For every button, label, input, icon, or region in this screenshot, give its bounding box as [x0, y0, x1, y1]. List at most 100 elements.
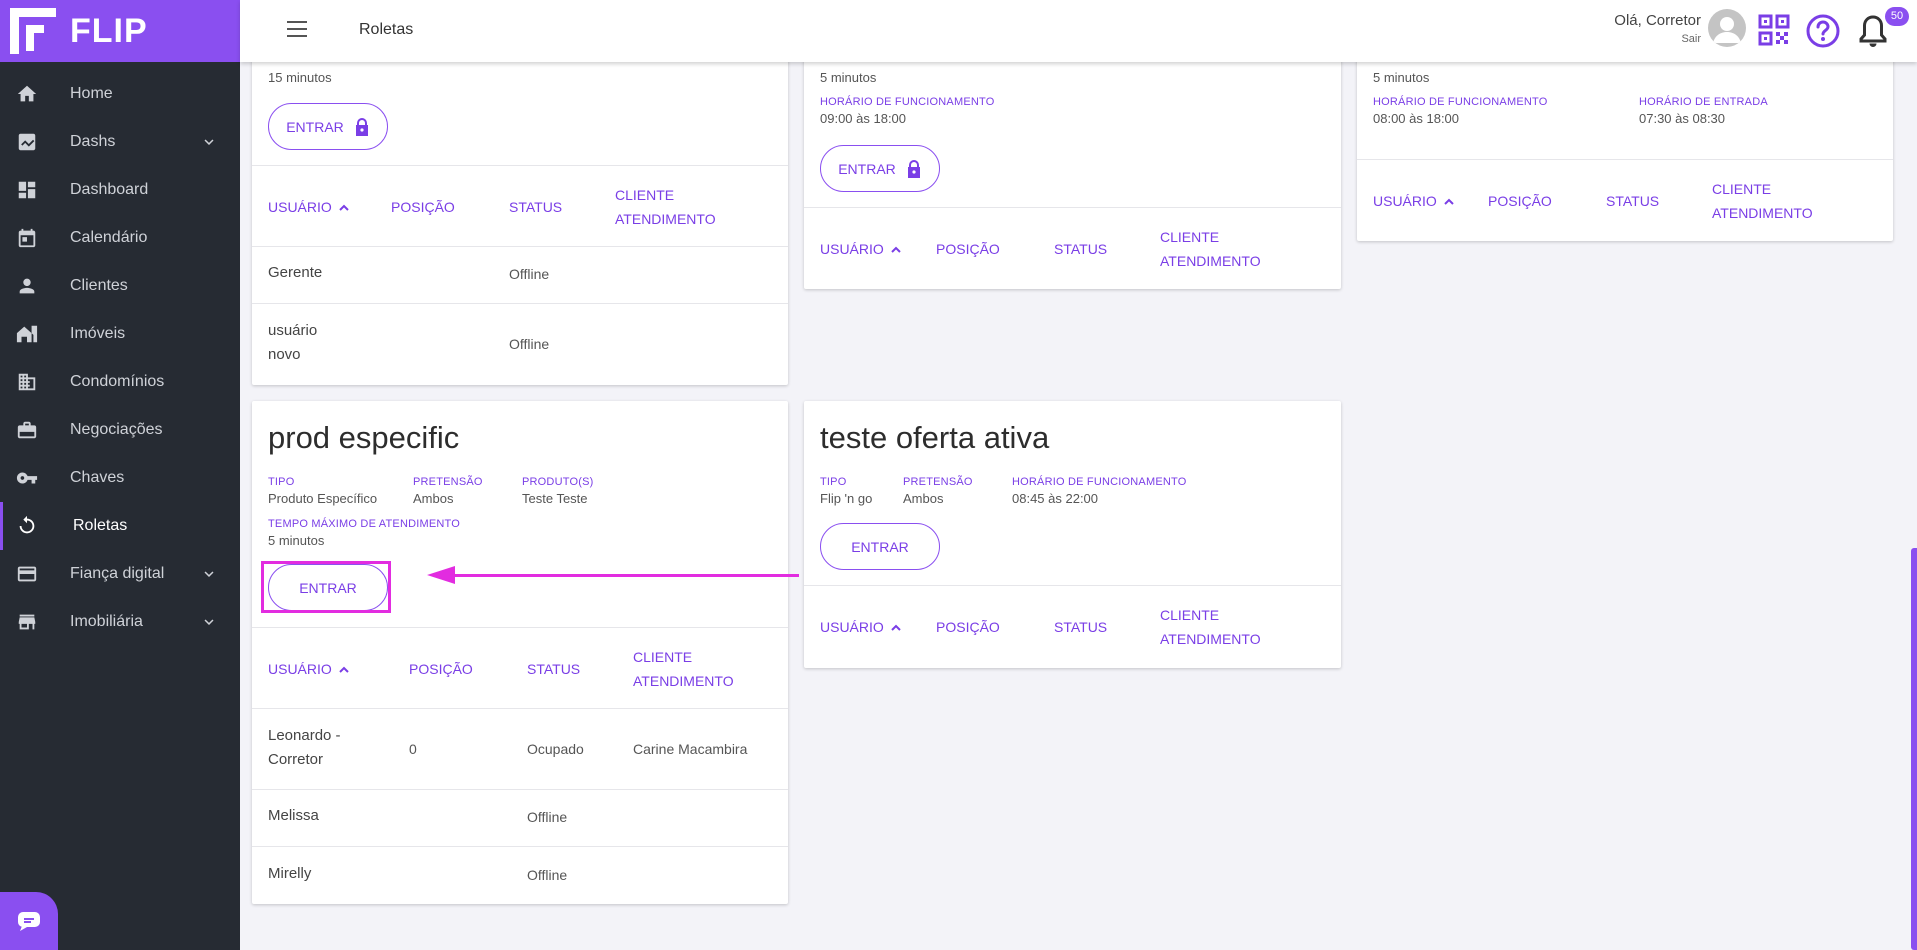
- sidebar-item-clientes[interactable]: Clientes: [0, 262, 240, 310]
- sort-up-icon: [891, 246, 901, 254]
- top-bar: Roletas Olá, Corretor Sair 50: [240, 0, 1917, 62]
- table-cell-status: Offline: [527, 809, 568, 825]
- col-header-client[interactable]: CLIENTE ATENDIMENTO: [1160, 603, 1261, 651]
- roleta-title: teste oferta ativa: [820, 420, 1050, 455]
- col-header-label: ATENDIMENTO: [615, 211, 716, 227]
- qr-code-icon[interactable]: [1758, 14, 1790, 46]
- roleta-card: prod especific TIPO Produto Específico P…: [252, 401, 788, 904]
- sidebar-item-label: Dashboard: [70, 181, 149, 198]
- store-icon: [15, 610, 39, 634]
- divider: [252, 246, 788, 247]
- sort-up-icon: [1444, 198, 1454, 206]
- table-cell-user: usuário novo: [268, 319, 317, 367]
- roleta-card: teste oferta ativa TIPO Flip 'n go PRETE…: [804, 401, 1341, 668]
- intent-label: PRETENSÃO: [413, 476, 483, 488]
- col-header-user[interactable]: USUÁRIO: [820, 237, 902, 261]
- col-header-position[interactable]: POSIÇÃO: [391, 195, 455, 219]
- chat-button[interactable]: [0, 892, 58, 950]
- col-header-status[interactable]: STATUS: [527, 657, 580, 681]
- col-header-status[interactable]: STATUS: [509, 195, 562, 219]
- col-header-position[interactable]: POSIÇÃO: [409, 657, 473, 681]
- col-header-status[interactable]: STATUS: [1054, 237, 1107, 261]
- help-icon[interactable]: [1805, 13, 1841, 49]
- flip-logo-icon: [10, 8, 56, 54]
- divider: [252, 627, 788, 628]
- type-label: TIPO: [820, 476, 847, 488]
- col-header-status[interactable]: STATUS: [1054, 615, 1107, 639]
- roleta-card: 5 minutos HORÁRIO DE FUNCIONAMENTO 08:00…: [1357, 52, 1893, 241]
- sort-up-icon: [339, 204, 349, 212]
- intent-value: Ambos: [413, 491, 454, 506]
- hamburger-menu-icon[interactable]: [287, 21, 307, 41]
- col-header-user[interactable]: USUÁRIO: [1373, 189, 1455, 213]
- scrollbar[interactable]: [1911, 548, 1917, 950]
- building-icon: [15, 370, 39, 394]
- sidebar-item-calendario[interactable]: Calendário: [0, 214, 240, 262]
- sidebar-item-home[interactable]: Home: [0, 70, 240, 118]
- user-name-line: novo: [268, 346, 301, 363]
- chat-icon: [18, 912, 40, 931]
- col-header-user[interactable]: USUÁRIO: [268, 195, 350, 219]
- hours-label: HORÁRIO DE FUNCIONAMENTO: [1373, 96, 1548, 108]
- logout-link[interactable]: Sair: [1614, 33, 1701, 45]
- logo-text: FLIP: [70, 11, 148, 50]
- sidebar-item-fianca-digital[interactable]: Fiança digital: [0, 550, 240, 598]
- enter-button-locked[interactable]: ENTRAR: [268, 103, 388, 150]
- col-header-label: ATENDIMENTO: [1712, 205, 1813, 221]
- roleta-card: 15 minutos ENTRAR USUÁRIO POSIÇÃO STATUS…: [252, 52, 788, 385]
- table-cell-user: Melissa: [268, 807, 319, 824]
- user-avatar-icon: [1713, 17, 1741, 43]
- max-time-value: 5 minutos: [820, 70, 877, 85]
- dashboard-icon: [15, 178, 39, 202]
- sidebar-item-condominios[interactable]: Condomínios: [0, 358, 240, 406]
- highlight-box: [261, 561, 391, 613]
- enter-button[interactable]: ENTRAR: [820, 523, 940, 570]
- sort-up-icon: [339, 666, 349, 674]
- type-value: Flip 'n go: [820, 491, 873, 506]
- col-header-client[interactable]: CLIENTE ATENDIMENTO: [615, 183, 716, 231]
- hours-value: 08:00 às 18:00: [1373, 111, 1460, 126]
- divider: [252, 708, 788, 709]
- enter-button-locked[interactable]: ENTRAR: [820, 145, 940, 192]
- sidebar-item-negociacoes[interactable]: Negociações: [0, 406, 240, 454]
- roleta-title: prod especific: [268, 420, 460, 455]
- sidebar-item-label: Home: [70, 85, 113, 102]
- sidebar-item-label: Fiança digital: [70, 565, 165, 582]
- sidebar-item-label: Imobiliária: [70, 613, 143, 630]
- chevron-down-icon: [204, 571, 214, 577]
- col-header-position[interactable]: POSIÇÃO: [936, 237, 1000, 261]
- sidebar-item-dashs[interactable]: Dashs: [0, 118, 240, 166]
- col-header-user[interactable]: USUÁRIO: [820, 615, 902, 639]
- divider: [252, 165, 788, 166]
- table-cell-status: Offline: [509, 266, 550, 282]
- col-header-client[interactable]: CLIENTE ATENDIMENTO: [633, 645, 734, 693]
- col-header-client[interactable]: CLIENTE ATENDIMENTO: [1160, 225, 1261, 273]
- house-icon: [15, 322, 39, 346]
- col-header-user[interactable]: USUÁRIO: [268, 657, 350, 681]
- sidebar-item-imobiliaria[interactable]: Imobiliária: [0, 598, 240, 646]
- card-icon: [15, 562, 39, 586]
- col-header-position[interactable]: POSIÇÃO: [936, 615, 1000, 639]
- user-name-line: Leonardo -: [268, 727, 341, 744]
- logo[interactable]: FLIP: [0, 0, 240, 62]
- page-title: Roletas: [359, 21, 414, 38]
- table-cell-status: Ocupado: [527, 741, 584, 757]
- sidebar-item-chaves[interactable]: Chaves: [0, 454, 240, 502]
- sidebar-item-label: Chaves: [70, 469, 125, 486]
- col-header-label: CLIENTE: [1160, 607, 1220, 623]
- col-header-client[interactable]: CLIENTE ATENDIMENTO: [1712, 177, 1813, 225]
- sidebar-item-roletas[interactable]: Roletas: [0, 502, 240, 550]
- key-icon: [15, 466, 39, 490]
- col-header-label: ATENDIMENTO: [633, 673, 734, 689]
- user-name-line: usuário: [268, 322, 318, 339]
- sidebar-item-imoveis[interactable]: Imóveis: [0, 310, 240, 358]
- intent-value: Ambos: [903, 491, 944, 506]
- roleta-card: 5 minutos HORÁRIO DE FUNCIONAMENTO 09:00…: [804, 52, 1341, 289]
- sidebar-item-dashboard[interactable]: Dashboard: [0, 166, 240, 214]
- avatar[interactable]: [1708, 9, 1746, 47]
- col-header-position[interactable]: POSIÇÃO: [1488, 189, 1552, 213]
- col-header-status[interactable]: STATUS: [1606, 189, 1659, 213]
- enter-label: ENTRAR: [286, 118, 344, 135]
- notification-badge: 50: [1885, 7, 1909, 26]
- enter-label: ENTRAR: [838, 160, 896, 177]
